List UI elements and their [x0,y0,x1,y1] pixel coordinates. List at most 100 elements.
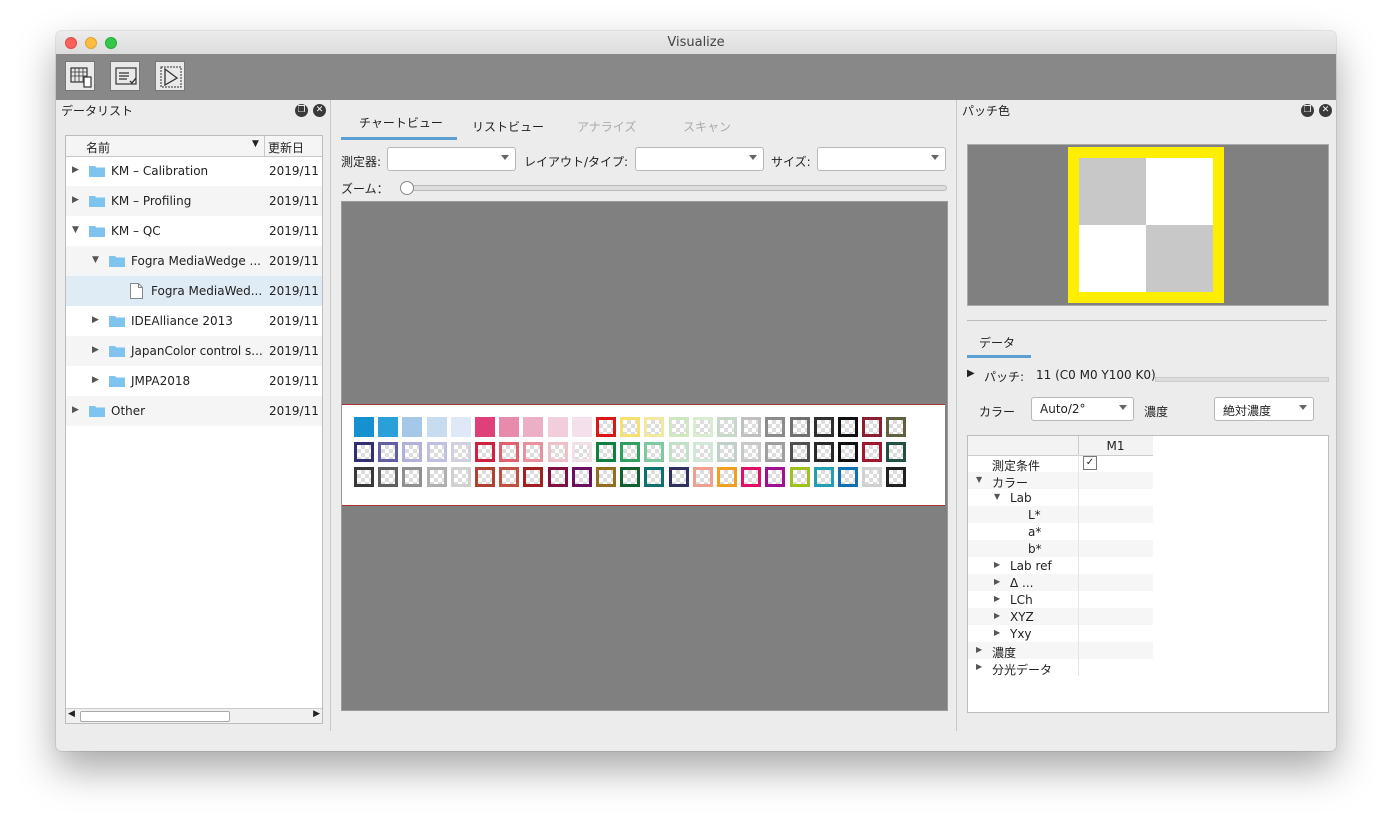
tab-data[interactable]: データ [979,334,1015,351]
color-patch[interactable] [813,442,834,462]
table-row[interactable]: ▶ Lab ref [968,557,1153,574]
chart-device-button[interactable] [65,61,95,91]
color-patch[interactable] [499,417,520,437]
color-patch[interactable] [862,417,883,437]
color-patch[interactable] [692,442,713,462]
expand-arrow-icon[interactable]: ▶ [994,611,1000,620]
scroll-left-icon[interactable]: ◀ [68,709,75,719]
patch-expand-icon[interactable]: ▶ [967,368,975,379]
color-patch[interactable] [402,442,423,462]
list-item[interactable]: ▼ KM – QC 2019/11 [66,216,322,246]
color-patch[interactable] [571,442,592,462]
chart-canvas[interactable] [341,201,948,711]
list-item[interactable]: ▶ Other 2019/11 [66,396,322,426]
scrollbar-thumb[interactable] [80,711,230,722]
color-patch[interactable] [499,442,520,462]
expand-arrow-icon[interactable]: ▶ [976,662,982,671]
color-patch[interactable] [692,417,713,437]
color-patch[interactable] [862,467,883,487]
table-row[interactable]: ▼ Lab [968,489,1153,506]
color-patch[interactable] [426,467,447,487]
data-list-tree[interactable]: 名前 ▼ 更新日 ▶ KM – Calibration 2019/11 ▶ KM… [65,135,323,724]
tab-list-view[interactable]: リストビュー [472,118,544,135]
zoom-slider[interactable] [400,181,947,195]
color-patch[interactable] [886,442,907,462]
horizontal-scrollbar[interactable]: ◀ ▶ [66,708,322,723]
density-mode-select[interactable]: 絶対濃度 [1214,397,1314,421]
collapse-arrow-icon[interactable]: ▼ [92,255,99,265]
expand-arrow-icon[interactable]: ▶ [92,315,99,325]
color-patch[interactable] [862,442,883,462]
list-item[interactable]: ▶ KM – Calibration 2019/11 [66,156,322,186]
color-patch[interactable] [547,442,568,462]
restore-panel-icon[interactable]: ❐ [1301,104,1314,117]
expand-arrow-icon[interactable]: ▶ [976,645,982,654]
color-mode-select[interactable]: Auto/2° [1031,397,1134,421]
color-patch[interactable] [765,442,786,462]
color-patch[interactable] [838,467,858,487]
scroll-right-icon[interactable]: ▶ [313,709,320,719]
color-patch[interactable] [596,467,616,487]
restore-panel-icon[interactable]: ❐ [295,104,308,117]
color-patch[interactable] [620,417,641,437]
table-row[interactable]: L* [968,506,1153,523]
list-item[interactable]: ▶ JMPA2018 2019/11 [66,366,322,396]
color-patch[interactable] [692,467,713,487]
table-row[interactable]: ▼ カラー [968,472,1153,490]
layout-type-select[interactable] [635,147,764,171]
color-patch[interactable] [450,417,471,437]
color-patch[interactable] [475,442,495,462]
list-check-button[interactable] [110,61,140,91]
color-patch[interactable] [717,442,737,462]
name-column-header[interactable]: 名前 [86,139,110,156]
expand-arrow-icon[interactable]: ▶ [72,165,79,175]
color-patch[interactable] [741,442,762,462]
expand-arrow-icon[interactable]: ▶ [994,594,1000,603]
expand-arrow-icon[interactable]: ▶ [994,628,1000,637]
color-patch[interactable] [378,467,399,487]
color-patch[interactable] [668,442,689,462]
m1-column-header[interactable]: M1 [1078,439,1153,453]
color-patch[interactable] [547,417,568,437]
collapse-arrow-icon[interactable]: ▼ [976,475,982,484]
color-patch[interactable] [450,442,471,462]
color-patch[interactable] [668,417,689,437]
table-row[interactable]: ▶ LCh [968,591,1153,608]
color-patch[interactable] [789,417,810,437]
color-patch[interactable] [596,442,616,462]
color-patch[interactable] [789,442,810,462]
color-patch[interactable] [668,467,689,487]
table-row[interactable]: ▶ Yxy [968,625,1153,642]
table-row[interactable]: b* [968,540,1153,557]
color-patch[interactable] [741,467,762,487]
color-patch[interactable] [571,467,592,487]
color-patch[interactable] [838,417,858,437]
color-patch[interactable] [354,467,374,487]
color-patch[interactable] [378,417,399,437]
color-patch[interactable] [354,442,374,462]
tab-analyze[interactable]: アナライズ [577,118,636,135]
table-row[interactable]: ▶ 濃度 [968,642,1153,660]
color-patch[interactable] [547,467,568,487]
color-patch[interactable] [620,442,641,462]
color-patch[interactable] [838,442,858,462]
checkbox[interactable]: ✓ [1083,456,1097,470]
color-patch[interactable] [426,442,447,462]
table-row[interactable]: ▶ XYZ [968,608,1153,625]
table-row[interactable]: a* [968,523,1153,540]
device-select[interactable] [387,147,516,171]
close-panel-icon[interactable]: ✕ [313,104,326,117]
color-patch[interactable] [499,467,520,487]
color-patch[interactable] [620,467,641,487]
visualize-button[interactable] [155,61,185,91]
expand-arrow-icon[interactable]: ▶ [92,345,99,355]
color-patch[interactable] [571,417,592,437]
expand-arrow-icon[interactable]: ▶ [72,195,79,205]
tab-scan[interactable]: スキャン [683,118,731,135]
measurement-tree-table[interactable]: M1 測定条件 ✓ ▼ カラー ▼ Lab L* a* b* ▶ Lab ref ▶ Δ ... ▶ LCh… [967,435,1329,713]
date-column-header[interactable]: 更新日 [268,139,304,156]
tab-chart-view[interactable]: チャートビュー [359,114,443,131]
color-patch[interactable] [523,442,544,462]
color-patch[interactable] [450,467,471,487]
color-patch[interactable] [886,417,907,437]
